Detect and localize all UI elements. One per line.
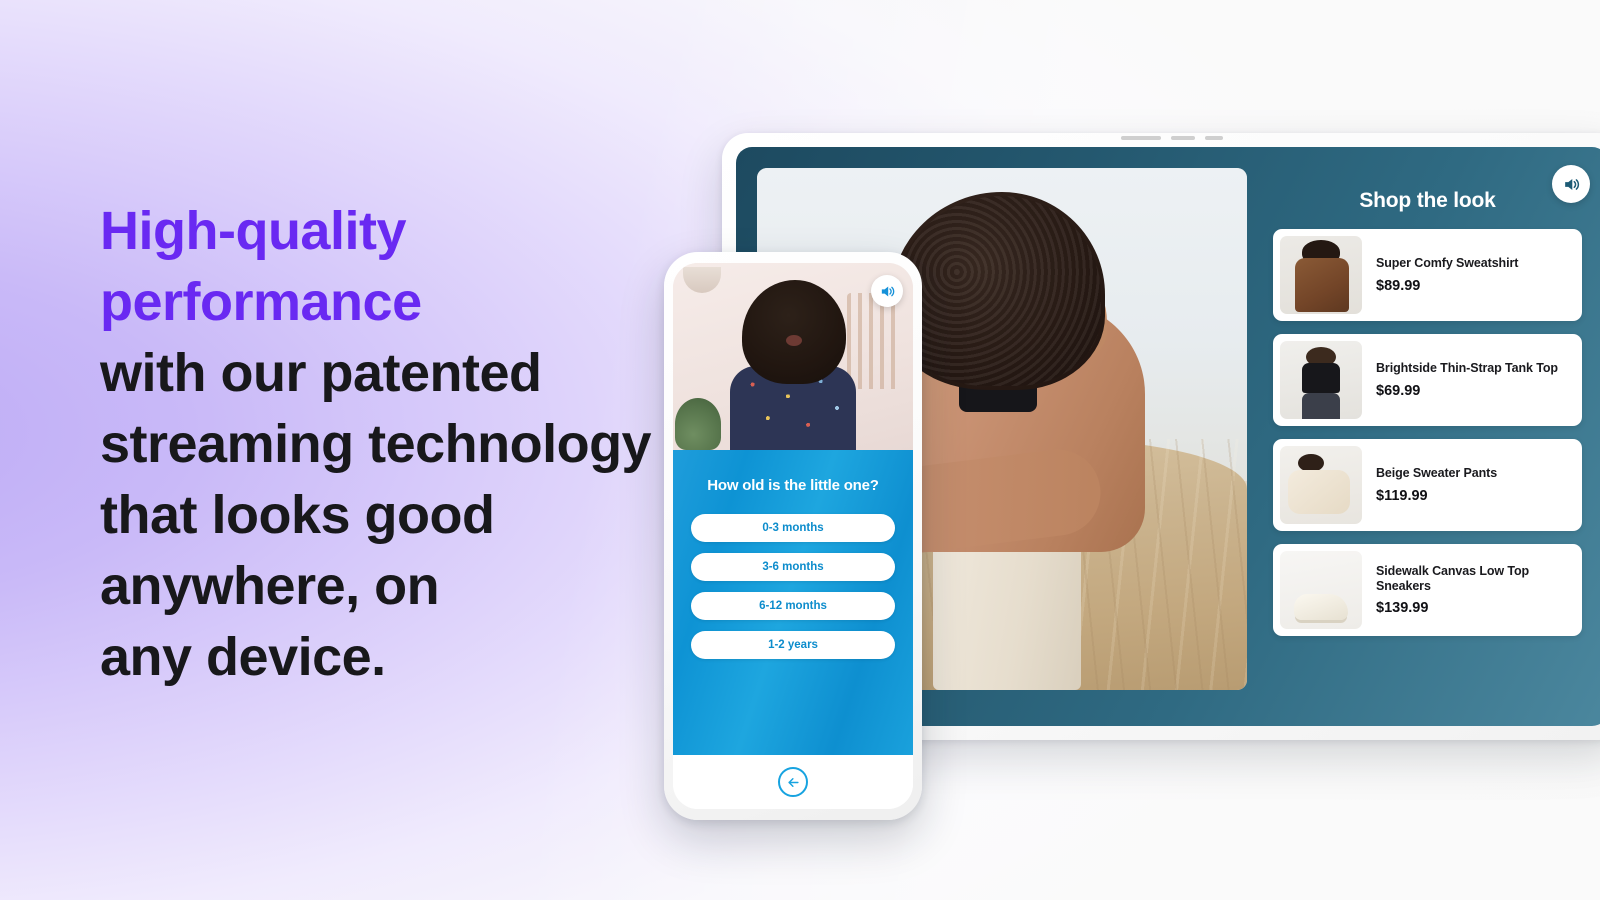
headline-line-3: with our patented bbox=[100, 343, 542, 403]
quiz-panel: How old is the little one? 0-3 months 3-… bbox=[673, 450, 913, 755]
product-name: Sidewalk Canvas Low Top Sneakers bbox=[1376, 563, 1530, 593]
product-thumbnail bbox=[1280, 551, 1362, 629]
product-card[interactable]: Brightside Thin-Strap Tank Top $69.99 bbox=[1273, 334, 1582, 426]
headline-line-1: High-quality bbox=[100, 201, 406, 261]
headline-line-7: any device. bbox=[100, 627, 386, 687]
headline-line-5: that looks good bbox=[100, 485, 495, 545]
product-name: Beige Sweater Pants bbox=[1376, 466, 1498, 481]
headline-block: High-quality performance with our patent… bbox=[100, 196, 700, 693]
product-price: $119.99 bbox=[1376, 487, 1428, 504]
presenter-mouth bbox=[786, 335, 802, 346]
product-card[interactable]: Sidewalk Canvas Low Top Sneakers $139.99 bbox=[1273, 544, 1582, 636]
marketing-hero: High-quality performance with our patent… bbox=[0, 0, 1600, 900]
product-thumbnail bbox=[1280, 236, 1362, 314]
shop-the-look-panel: Shop the look Super Comfy Sweatshirt $89… bbox=[1247, 147, 1600, 726]
phone-video-plant bbox=[675, 398, 721, 450]
product-info: Sidewalk Canvas Low Top Sneakers $139.99 bbox=[1376, 564, 1575, 617]
product-info: Beige Sweater Pants $119.99 bbox=[1376, 466, 1575, 504]
quiz-option-0[interactable]: 0-3 months bbox=[691, 513, 895, 542]
product-card[interactable]: Super Comfy Sweatshirt $89.99 bbox=[1273, 229, 1582, 321]
headline-line-4: streaming technology bbox=[100, 414, 652, 474]
phone-screen: How old is the little one? 0-3 months 3-… bbox=[673, 263, 913, 809]
phone-video-presenter bbox=[718, 280, 868, 450]
arrow-left-circle-icon[interactable] bbox=[778, 767, 808, 797]
model-hair bbox=[891, 192, 1105, 390]
presenter-hair bbox=[742, 280, 846, 384]
product-card[interactable]: Beige Sweater Pants $119.99 bbox=[1273, 439, 1582, 531]
product-thumbnail bbox=[1280, 446, 1362, 524]
headline-line-2: performance bbox=[100, 272, 422, 332]
quiz-question: How old is the little one? bbox=[707, 477, 879, 494]
product-price: $89.99 bbox=[1376, 277, 1421, 294]
phone-video-player[interactable] bbox=[673, 263, 913, 450]
product-info: Brightside Thin-Strap Tank Top $69.99 bbox=[1376, 361, 1575, 399]
quiz-option-3[interactable]: 1-2 years bbox=[691, 630, 895, 659]
phone-bottom-bar bbox=[673, 755, 913, 809]
shop-panel-title: Shop the look bbox=[1359, 189, 1496, 212]
speaker-on-icon[interactable] bbox=[871, 275, 903, 307]
phone-device: How old is the little one? 0-3 months 3-… bbox=[664, 252, 922, 820]
product-thumbnail bbox=[1280, 341, 1362, 419]
speaker-on-icon[interactable] bbox=[1552, 165, 1590, 203]
quiz-option-2[interactable]: 6-12 months bbox=[691, 591, 895, 620]
tablet-camera-bar bbox=[1113, 135, 1231, 140]
product-price: $69.99 bbox=[1376, 382, 1421, 399]
quiz-option-1[interactable]: 3-6 months bbox=[691, 552, 895, 581]
product-info: Super Comfy Sweatshirt $89.99 bbox=[1376, 256, 1575, 294]
product-name: Brightside Thin-Strap Tank Top bbox=[1376, 361, 1558, 376]
product-name: Super Comfy Sweatshirt bbox=[1376, 256, 1519, 271]
headline-line-6: anywhere, on bbox=[100, 556, 440, 616]
product-price: $139.99 bbox=[1376, 600, 1429, 617]
